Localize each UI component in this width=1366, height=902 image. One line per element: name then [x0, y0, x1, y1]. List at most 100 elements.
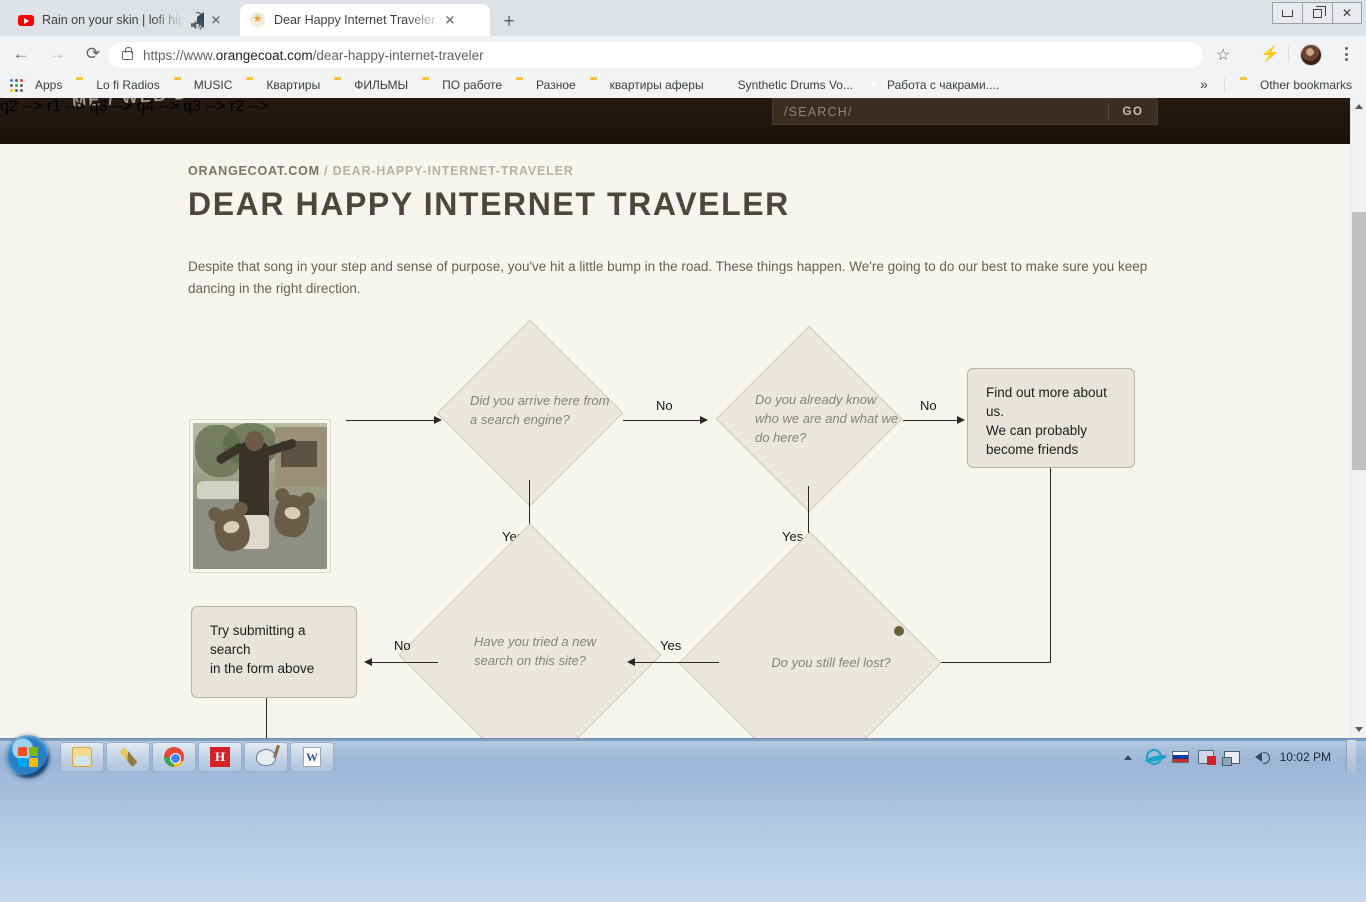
scroll-down-button[interactable] [1351, 721, 1366, 738]
bookmark-apps[interactable]: Apps [29, 74, 68, 96]
edge-q4-yes [634, 662, 719, 664]
cursor-dot [894, 626, 904, 636]
folder-icon [174, 79, 188, 91]
bookmark-star-icon[interactable]: ☆ [1216, 45, 1230, 65]
folder-icon [246, 79, 260, 91]
bookmark-kvartiry-afery[interactable]: квартиры аферы [584, 74, 710, 96]
bookmark-label: Lo fi Radios [96, 78, 160, 92]
windows-taskbar: H W 10:02 PM [0, 735, 1366, 902]
bookmark-label: ПО работе [442, 78, 503, 92]
bookmark-rabota-s-chakrami[interactable]: Работа с чакрами.... [861, 74, 1005, 96]
bookmark-lo-fi-radios[interactable]: Lo fi Radios [70, 74, 165, 96]
bookmarks-overflow-chevron[interactable]: » [1200, 76, 1208, 92]
bookmark-kvartiry[interactable]: Квартиры [240, 74, 326, 96]
minimize-button[interactable] [1272, 2, 1302, 24]
edge-photo-to-q1 [346, 420, 440, 422]
taskbar-paint-tool[interactable] [106, 742, 150, 772]
edge-label-q1-no: No [656, 398, 673, 413]
chrome-menu-icon[interactable] [1338, 43, 1354, 65]
vertical-scrollbar[interactable] [1350, 98, 1366, 738]
bookmark-raznoe[interactable]: Разное [510, 74, 582, 96]
restore-button[interactable] [1302, 2, 1332, 24]
edge-label-q4-yes: Yes [660, 638, 682, 653]
show-desktop-button[interactable] [1346, 740, 1356, 774]
bookmarks-divider [1224, 78, 1225, 92]
node-try-search-box: Try submitting a search in the form above [191, 606, 357, 698]
taskbar-clock[interactable]: 10:02 PM [1276, 750, 1335, 764]
folder-icon [516, 79, 530, 91]
avatar[interactable] [1300, 44, 1322, 66]
folder-icon [334, 79, 348, 91]
toolbar-divider [1288, 46, 1289, 62]
bookmark-music[interactable]: MUSIC [168, 74, 239, 96]
bee-icon [718, 79, 732, 91]
edge-r2-down [266, 698, 268, 738]
edge-q1-no [623, 420, 705, 422]
taskbar-file-explorer[interactable] [60, 742, 104, 772]
apps-grid-icon[interactable] [10, 78, 23, 92]
tab-dear-happy-internet-traveler[interactable]: ★ Dear Happy Internet Traveler | W ✕ [240, 4, 490, 36]
bookmark-label: MUSIC [193, 78, 233, 92]
brush-icon [118, 747, 138, 767]
other-bookmarks-button[interactable]: Other bookmarks [1234, 74, 1358, 96]
bookmark-label: Квартиры [266, 78, 321, 92]
tab-close-icon[interactable]: ✕ [208, 12, 224, 28]
url-text: https://www.orangecoat.com/dear-happy-in… [143, 48, 484, 63]
bookmark-po-rabote[interactable]: ПО работе [416, 74, 508, 96]
bookmark-label: Synthetic Drums Vo... [737, 78, 853, 92]
arrowhead-q2-no [957, 415, 965, 424]
bookmark-label: Работа с чакрами.... [887, 78, 1000, 92]
ie-icon[interactable] [1146, 749, 1163, 766]
bookmark-label: ФИЛЬМЫ [354, 78, 409, 92]
youtube-icon [867, 79, 881, 91]
reload-button[interactable]: ⟳ [78, 39, 108, 69]
window-controls: ✕ [1272, 2, 1362, 24]
address-bar[interactable]: https://www.orangecoat.com/dear-happy-in… [108, 42, 1203, 68]
palette-icon [256, 748, 276, 766]
folder-icon [422, 79, 436, 91]
tab-youtube[interactable]: Rain on your skin | lofi hip ho ✕ [8, 4, 232, 36]
close-button[interactable]: ✕ [1332, 2, 1362, 24]
speaker-icon[interactable] [1250, 749, 1270, 766]
scrollbar-thumb[interactable] [1352, 212, 1366, 470]
bookmark-label: Apps [35, 78, 63, 92]
chevron-up-icon[interactable] [1120, 749, 1137, 766]
node-q3-shape [398, 523, 662, 738]
tab-close-icon[interactable]: ✕ [442, 12, 458, 28]
lock-icon [122, 46, 133, 60]
node-q3-label: Have you tried a new search on this site? [474, 634, 597, 668]
tab-title: Dear Happy Internet Traveler | W [274, 13, 442, 27]
traveler-photo [190, 420, 330, 572]
network-monitor-icon[interactable] [1222, 749, 1241, 766]
tab-audio-icon[interactable] [188, 12, 204, 30]
tab-strip: Rain on your skin | lofi hip ho ✕ ★ Dear… [0, 0, 1366, 36]
start-button[interactable] [6, 735, 50, 779]
youtube-icon [18, 12, 34, 28]
web-page-content: ME / WEB D /SEARCH/ GO ORANGECOAT.COM / … [0, 98, 1350, 738]
arrowhead-q3-no [364, 657, 372, 666]
bookmark-synthetic-drums[interactable]: Synthetic Drums Vo... [712, 74, 859, 96]
new-tab-button[interactable]: + [495, 8, 523, 36]
arrowhead-q1-no [700, 415, 708, 424]
taskbar-palette-app[interactable] [244, 742, 288, 772]
bookmark-label: Other bookmarks [1260, 78, 1353, 92]
ru-flag-icon[interactable] [1171, 749, 1189, 766]
bookmark-filmy[interactable]: ФИЛЬМЫ [328, 74, 414, 96]
scroll-up-button[interactable] [1351, 98, 1366, 115]
taskbar-word[interactable]: W [290, 742, 334, 772]
node-q1-label: Did you arrive here from a search engine? [470, 393, 610, 427]
edge-r1-down [1050, 468, 1052, 663]
taskbar-h-app[interactable]: H [198, 742, 242, 772]
network-plug-icon[interactable] [1198, 749, 1217, 766]
node-q4-label: Do you still feel lost? [771, 655, 891, 670]
arrowhead-q4-yes [627, 657, 635, 666]
browser-toolbar: ← → ⟳ https://www.orangecoat.com/dear-ha… [0, 36, 1366, 72]
folder-icon [76, 79, 90, 91]
taskbar-google-chrome[interactable] [152, 742, 196, 772]
system-tray: 10:02 PM [1120, 739, 1362, 775]
lightning-bolt-icon[interactable]: ⚡ [1260, 44, 1280, 64]
edge-label-q3-no: No [394, 638, 411, 653]
back-button[interactable]: ← [6, 39, 36, 69]
forward-button[interactable]: → [42, 39, 72, 69]
url-scheme: https://www. [143, 47, 216, 63]
